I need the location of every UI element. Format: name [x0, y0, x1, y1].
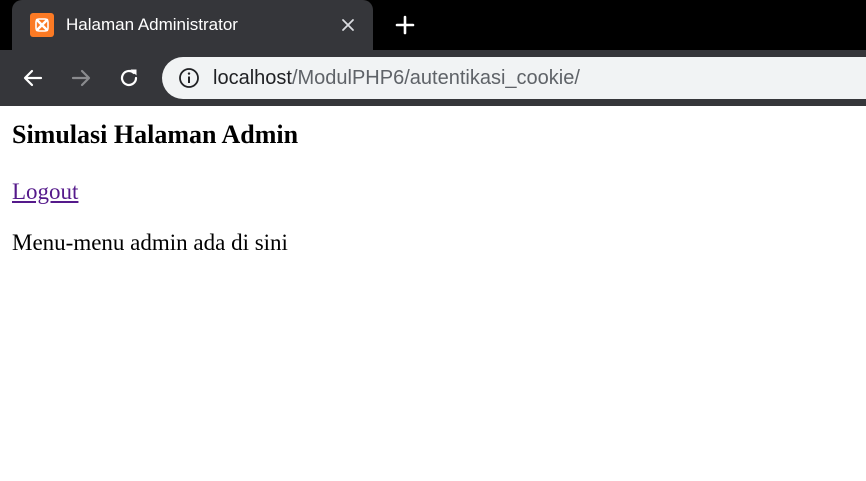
url-host: localhost — [213, 67, 292, 89]
active-tab[interactable]: Halaman Administrator — [12, 0, 373, 50]
tab-strip: Halaman Administrator — [0, 0, 866, 50]
url-path: /ModulPHP6/autentikasi_cookie/ — [291, 67, 580, 89]
xampp-icon — [30, 13, 54, 37]
arrow-right-icon[interactable] — [67, 64, 95, 92]
plus-icon[interactable] — [393, 13, 417, 37]
page-content: Simulasi Halaman Admin Logout Menu-menu … — [0, 106, 866, 481]
arrow-left-icon[interactable] — [19, 64, 47, 92]
tab-title: Halaman Administrator — [66, 15, 238, 34]
logout-link[interactable]: Logout — [12, 178, 78, 205]
info-icon[interactable] — [178, 67, 200, 89]
browser-toolbar: localhost/ModulPHP6/autentikasi_cookie/ — [0, 50, 866, 106]
page-title: Simulasi Halaman Admin — [12, 120, 299, 149]
close-icon[interactable] — [338, 15, 358, 35]
admin-menu-text: Menu-menu admin ada di sini — [12, 230, 288, 255]
address-bar[interactable]: localhost/ModulPHP6/autentikasi_cookie/ — [162, 57, 866, 99]
url-text[interactable]: localhost/ModulPHP6/autentikasi_cookie/ — [213, 66, 580, 90]
reload-icon[interactable] — [115, 64, 143, 92]
